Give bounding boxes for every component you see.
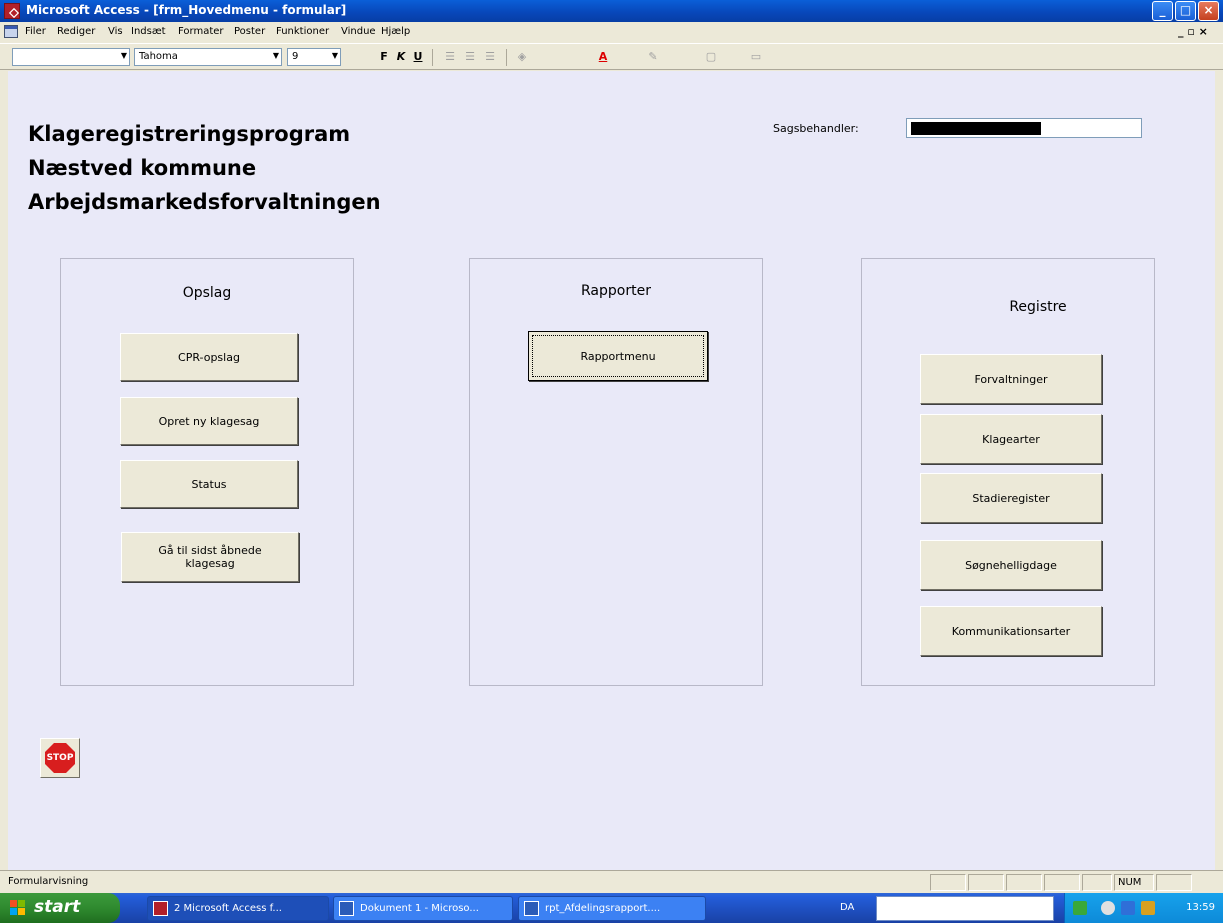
status-bar: Formularvisning NUM xyxy=(0,870,1223,893)
sagsbehandler-label: Sagsbehandler: xyxy=(773,122,859,135)
align-right-icon[interactable]: ☰ xyxy=(482,49,498,65)
start-label: start xyxy=(34,897,81,917)
menu-filer[interactable]: Filer xyxy=(25,26,46,37)
line-color-icon[interactable]: ✎ xyxy=(645,49,661,65)
forvaltninger-button[interactable]: Forvaltninger xyxy=(920,354,1102,404)
volume-icon[interactable] xyxy=(1121,901,1135,915)
status-cell xyxy=(1156,874,1192,891)
form-icon[interactable] xyxy=(4,25,18,38)
align-left-icon[interactable]: ☰ xyxy=(442,49,458,65)
stop-sign-icon: STOP xyxy=(45,743,75,773)
gaa-til-sidst-aabnede-button[interactable]: Gå til sidst åbnede klagesag xyxy=(121,532,299,582)
system-tray: 13:59 xyxy=(1064,893,1223,923)
underline-button[interactable]: U xyxy=(410,49,426,65)
menu-vis[interactable]: Vis xyxy=(108,26,123,37)
taskbar: start 2 Microsoft Access f... Dokument 1… xyxy=(0,893,1223,923)
tray-address-box[interactable] xyxy=(876,896,1054,921)
formatting-toolbar: ▼ Tahoma ▼ 9 ▼ F K U ☰ ☰ ☰ ◈ A ✎ ▢ ▭ xyxy=(0,43,1223,70)
panel-title-registre: Registre xyxy=(1009,299,1067,315)
line-width-icon[interactable]: ▢ xyxy=(703,49,719,65)
chevron-down-icon: ▼ xyxy=(331,51,338,60)
title-bar[interactable]: Microsoft Access - [frm_Hovedmenu - form… xyxy=(0,0,1223,22)
status-text: Formularvisning xyxy=(8,876,89,887)
fill-color-icon[interactable]: ◈ xyxy=(514,49,530,65)
stop-button[interactable]: STOP xyxy=(40,738,80,778)
printer-icon[interactable] xyxy=(1141,901,1155,915)
menu-funktioner[interactable]: Funktioner xyxy=(276,26,329,37)
task-access[interactable]: 2 Microsoft Access f... xyxy=(147,896,329,921)
num-indicator: NUM xyxy=(1114,874,1154,891)
klagearter-button[interactable]: Klagearter xyxy=(920,414,1102,464)
task-report[interactable]: rpt_Afdelingsrapport.... xyxy=(518,896,706,921)
size-combo-value: 9 xyxy=(292,51,299,62)
menu-formater[interactable]: Formater xyxy=(178,26,224,37)
task-label: Dokument 1 - Microso... xyxy=(360,903,479,914)
status-cell xyxy=(1044,874,1080,891)
clock[interactable]: 13:59 xyxy=(1186,902,1215,913)
font-combo[interactable]: Tahoma ▼ xyxy=(134,48,282,66)
access-app-icon[interactable] xyxy=(4,3,20,19)
task-label: rpt_Afdelingsrapport.... xyxy=(545,903,661,914)
menu-indsaet[interactable]: Indsæt xyxy=(131,26,166,37)
special-effect-icon[interactable]: ▭ xyxy=(748,49,764,65)
maximize-button[interactable]: □ xyxy=(1175,1,1196,21)
menu-bar: Filer Rediger Vis Indsæt Formater Poster… xyxy=(0,22,1223,43)
object-combo[interactable]: ▼ xyxy=(12,48,130,66)
soegnehelligdage-button[interactable]: Søgnehelligdage xyxy=(920,540,1102,590)
word-app-icon xyxy=(339,901,354,916)
mdi-window-controls[interactable]: _ ▫ × xyxy=(1178,25,1208,38)
minimize-button[interactable]: _ xyxy=(1152,1,1173,21)
stadieregister-button[interactable]: Stadieregister xyxy=(920,473,1102,523)
menu-hjaelp[interactable]: Hjælp xyxy=(381,26,410,37)
heading-program: Klageregistreringsprogram xyxy=(28,122,351,146)
panel-title-opslag: Opslag xyxy=(182,285,232,301)
opret-ny-klagesag-button[interactable]: Opret ny klagesag xyxy=(120,397,298,445)
menu-poster[interactable]: Poster xyxy=(234,26,265,37)
windows-logo-icon xyxy=(10,900,27,916)
report-app-icon xyxy=(524,901,539,916)
toolbar-separator xyxy=(432,49,433,66)
size-combo[interactable]: 9 ▼ xyxy=(287,48,341,66)
chevron-down-icon: ▼ xyxy=(272,51,279,60)
language-indicator[interactable]: DA xyxy=(840,902,854,913)
antivirus-icon[interactable] xyxy=(1101,901,1115,915)
align-center-icon[interactable]: ☰ xyxy=(462,49,478,65)
window-title: Microsoft Access - [frm_Hovedmenu - form… xyxy=(26,3,347,17)
chevron-down-icon: ▼ xyxy=(120,51,127,60)
italic-button[interactable]: K xyxy=(393,49,409,65)
status-cell xyxy=(1006,874,1042,891)
heading-forvaltning: Arbejdsmarkedsforvaltningen xyxy=(28,190,381,214)
start-button[interactable]: start xyxy=(0,893,120,923)
heading-kommune: Næstved kommune xyxy=(28,156,257,180)
bold-button[interactable]: F xyxy=(376,49,392,65)
toolbar-separator xyxy=(506,49,507,66)
status-cell xyxy=(930,874,966,891)
access-app-icon xyxy=(153,901,168,916)
font-color-icon[interactable]: A xyxy=(595,49,611,65)
sagsbehandler-field[interactable] xyxy=(906,118,1142,138)
kommunikationsarter-button[interactable]: Kommunikationsarter xyxy=(920,606,1102,656)
panel-title-rapporter: Rapporter xyxy=(581,283,651,299)
menu-rediger[interactable]: Rediger xyxy=(57,26,95,37)
status-cell xyxy=(968,874,1004,891)
panel-rapporter xyxy=(469,258,763,686)
rapportmenu-button[interactable]: Rapportmenu xyxy=(528,331,708,381)
status-cell xyxy=(1082,874,1112,891)
task-label: 2 Microsoft Access f... xyxy=(174,903,282,914)
network-icon[interactable] xyxy=(1073,901,1087,915)
redacted-value xyxy=(911,122,1041,135)
menu-vindue[interactable]: Vindue xyxy=(341,26,376,37)
close-button[interactable]: × xyxy=(1198,1,1219,21)
font-combo-value: Tahoma xyxy=(139,51,178,62)
cpr-opslag-button[interactable]: CPR-opslag xyxy=(120,333,298,381)
status-button[interactable]: Status xyxy=(120,460,298,508)
task-word-document[interactable]: Dokument 1 - Microso... xyxy=(333,896,513,921)
